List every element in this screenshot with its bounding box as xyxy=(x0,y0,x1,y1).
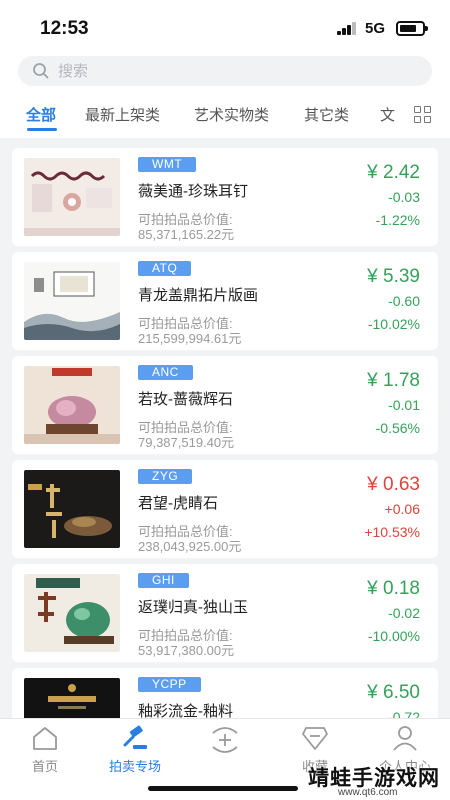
product-card[interactable]: YCPP 釉彩流金-釉料 ¥ 6.50 -0.72 xyxy=(12,668,438,718)
watermark-url: www.qt6.com xyxy=(338,787,398,798)
nav-label: 首页 xyxy=(31,759,58,774)
search-input[interactable] xyxy=(58,56,418,86)
tab-all[interactable]: 全部 xyxy=(26,104,56,125)
product-code-badge: ATQ xyxy=(138,261,192,276)
battery-icon xyxy=(396,21,428,36)
product-list: WMT 薇美通-珍珠耳钉 可拍拍品总价值: 85,371,165.22元 ¥ 2… xyxy=(0,146,450,718)
home-indicator xyxy=(148,786,298,791)
network-type: 5G xyxy=(365,20,386,37)
price-change: -0.01 xyxy=(388,397,420,413)
product-thumbnail xyxy=(24,158,120,236)
price-change-percent: -1.22% xyxy=(375,212,420,228)
product-price: ¥ 6.50 xyxy=(367,682,420,703)
status-time: 12:53 xyxy=(40,18,89,39)
search-icon xyxy=(33,63,49,79)
price-change-percent: -0.56% xyxy=(375,420,420,436)
price-change-percent: -10.00% xyxy=(367,628,420,644)
product-name: 青龙盖鼎拓片版画 xyxy=(138,287,259,304)
user-icon xyxy=(393,726,417,751)
product-code-badge: WMT xyxy=(138,157,197,172)
price-change: -0.03 xyxy=(388,189,420,205)
search-box[interactable] xyxy=(18,56,432,86)
price-change: -0.72 xyxy=(388,709,420,718)
product-name: 君望-虎睛石 xyxy=(138,495,218,512)
product-card[interactable]: ATQ 青龙盖鼎拓片版画 可拍拍品总价值: 215,599,994.61元 ¥ … xyxy=(12,252,438,350)
price-change: +0.06 xyxy=(384,501,420,517)
status-bar: 12:53 5G xyxy=(0,0,450,50)
tab-new-listings[interactable]: 最新上架类 xyxy=(85,104,160,125)
product-card[interactable]: ZYG 君望-虎睛石 可拍拍品总价值: 238,043,925.00元 ¥ 0.… xyxy=(12,460,438,558)
product-price: ¥ 5.39 xyxy=(367,266,420,287)
price-change: -0.02 xyxy=(388,605,420,621)
product-code-badge: ANC xyxy=(138,365,193,380)
price-change-percent: +10.53% xyxy=(364,524,420,540)
total-value: 85,371,165.22元 xyxy=(138,227,235,242)
search-bar xyxy=(0,50,450,92)
collect-icon xyxy=(302,727,328,750)
tab-art-objects[interactable]: 艺术实物类 xyxy=(194,104,269,125)
product-price: ¥ 0.63 xyxy=(367,474,420,495)
product-code-badge: GHI xyxy=(138,573,189,588)
grid-menu-icon[interactable] xyxy=(414,106,432,124)
active-tab-indicator xyxy=(27,128,57,131)
product-thumbnail xyxy=(24,574,120,652)
product-thumbnail xyxy=(24,262,120,340)
product-thumbnail xyxy=(24,470,120,548)
product-name: 釉彩流金-釉料 xyxy=(138,703,233,718)
tab-culture[interactable]: 文 xyxy=(380,104,395,125)
total-value: 215,599,994.61元 xyxy=(138,331,242,346)
product-price: ¥ 2.42 xyxy=(367,162,420,183)
category-tabs: 全部 最新上架类 艺术实物类 其它类 文 xyxy=(0,92,450,138)
signal-icon xyxy=(337,22,359,35)
add-circle-icon xyxy=(212,727,238,753)
auction-hammer-icon xyxy=(123,725,147,749)
price-change-percent: -10.02% xyxy=(367,316,420,332)
product-card[interactable]: WMT 薇美通-珍珠耳钉 可拍拍品总价值: 85,371,165.22元 ¥ 2… xyxy=(12,148,438,246)
nav-auction[interactable]: 拍卖专场 xyxy=(90,723,180,783)
nav-add[interactable] xyxy=(180,723,270,783)
product-price: ¥ 0.18 xyxy=(367,578,420,599)
product-card[interactable]: GHI 返璞归真-独山玉 可拍拍品总价值: 53,917,380.00元 ¥ 0… xyxy=(12,564,438,662)
product-price: ¥ 1.78 xyxy=(367,370,420,391)
total-value: 79,387,519.40元 xyxy=(138,435,235,450)
price-change: -0.60 xyxy=(388,293,420,309)
product-name: 若玫-蔷薇辉石 xyxy=(138,391,233,408)
site-watermark: 靖蛙手游戏网 www.qt6.com xyxy=(308,762,446,798)
total-value: 53,917,380.00元 xyxy=(138,643,235,658)
home-icon xyxy=(33,727,57,750)
product-name: 薇美通-珍珠耳钉 xyxy=(138,183,248,200)
product-card[interactable]: ANC 若玫-蔷薇辉石 可拍拍品总价值: 79,387,519.40元 ¥ 1.… xyxy=(12,356,438,454)
tab-others[interactable]: 其它类 xyxy=(304,104,349,125)
product-name: 返璞归真-独山玉 xyxy=(138,599,248,616)
total-value: 238,043,925.00元 xyxy=(138,539,242,554)
product-code-badge: ZYG xyxy=(138,469,193,484)
nav-label: 拍卖专场 xyxy=(108,759,161,774)
product-code-badge: YCPP xyxy=(138,677,201,692)
product-thumbnail xyxy=(24,678,120,718)
nav-home[interactable]: 首页 xyxy=(0,723,90,783)
product-thumbnail xyxy=(24,366,120,444)
